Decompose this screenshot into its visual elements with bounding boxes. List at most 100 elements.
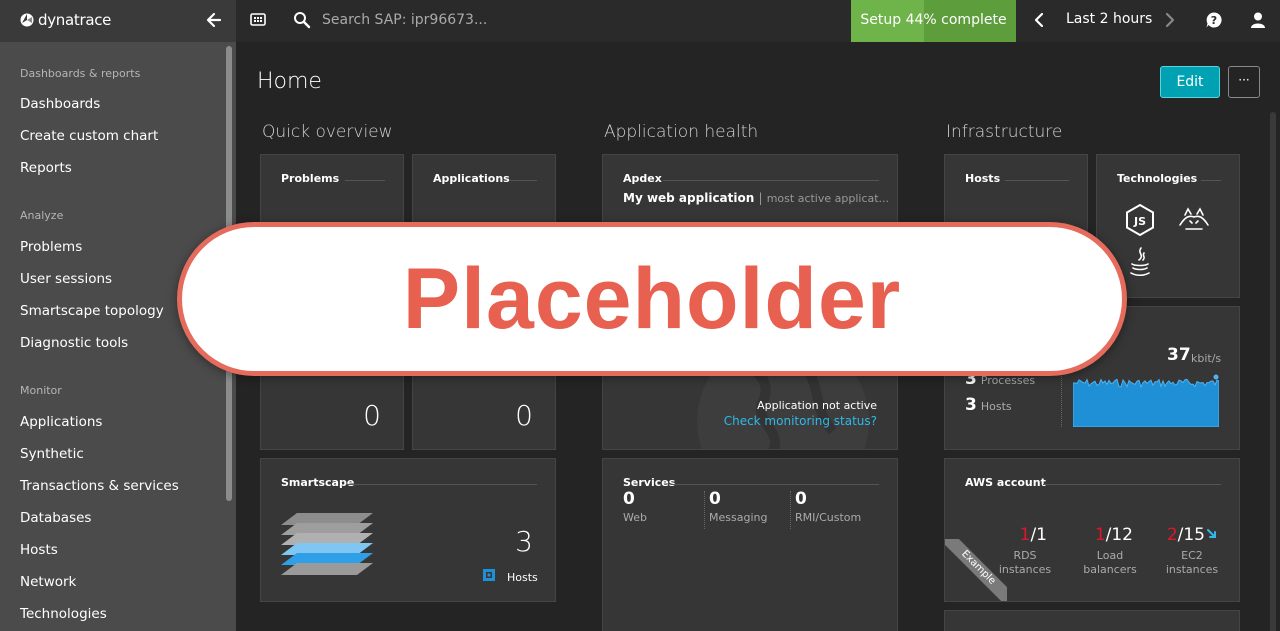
smartscape-tile-title: Smartscape bbox=[281, 476, 355, 489]
services-web-label: Web bbox=[623, 511, 647, 524]
network-traffic-chart[interactable] bbox=[1073, 369, 1219, 427]
section-infrastructure: Infrastructure bbox=[946, 122, 1063, 142]
aws-lb-label-1: Load bbox=[1096, 549, 1124, 562]
modules-icon[interactable] bbox=[250, 12, 266, 28]
page-title: Home bbox=[257, 69, 322, 94]
more-options-button[interactable]: ··· bbox=[1228, 66, 1260, 98]
apdex-subtitle: most active applicat... bbox=[766, 192, 890, 205]
sidebar-section-dashboards-reports: Dashboards & reports bbox=[20, 67, 141, 80]
services-tile[interactable]: Services 0 Web 0 Messaging 0 RMI/Custom bbox=[602, 458, 898, 631]
sidebar-item-user-sessions[interactable]: User sessions bbox=[20, 271, 112, 287]
smartscape-host-count: 3 bbox=[515, 525, 533, 558]
check-monitoring-link[interactable]: Check monitoring status? bbox=[724, 414, 877, 428]
tomcat-icon[interactable] bbox=[1177, 203, 1211, 237]
brand-name: dynatrace bbox=[38, 11, 112, 29]
sidebar-item-applications[interactable]: Applications bbox=[20, 414, 102, 430]
sidebar-item-diagnostic-tools[interactable]: Diagnostic tools bbox=[20, 335, 128, 351]
aws-ec2-total: /15 bbox=[1177, 525, 1205, 545]
sidebar-item-databases[interactable]: Databases bbox=[20, 510, 91, 526]
sidebar-item-technologies[interactable]: Technologies bbox=[20, 606, 107, 622]
services-tile-title: Services bbox=[623, 476, 676, 489]
nodejs-icon[interactable]: JS bbox=[1123, 203, 1157, 237]
problems-tile-title: Problems bbox=[281, 172, 340, 185]
services-messaging[interactable]: 0 Messaging bbox=[709, 489, 767, 524]
sidebar-section-monitor: Monitor bbox=[20, 384, 62, 397]
aws-account-tile[interactable]: AWS account 1/1 RDS instances 1/12 Load … bbox=[944, 458, 1240, 602]
technologies-tile-title: Technologies bbox=[1117, 172, 1198, 185]
user-icon[interactable] bbox=[1249, 11, 1267, 29]
placeholder-text: Placeholder bbox=[402, 251, 902, 347]
services-messaging-label: Messaging bbox=[709, 511, 768, 524]
services-web-count: 0 bbox=[623, 489, 635, 509]
services-rmi-count: 0 bbox=[795, 489, 807, 509]
edit-button[interactable]: Edit bbox=[1160, 66, 1220, 98]
timeframe-next-icon[interactable] bbox=[1161, 11, 1179, 29]
section-application-health: Application health bbox=[604, 122, 759, 142]
divider bbox=[1043, 484, 1221, 485]
smartscape-layers-icon bbox=[281, 513, 373, 575]
divider bbox=[509, 180, 537, 181]
setup-progress-button[interactable]: Setup 44% complete bbox=[851, 0, 1016, 42]
svg-text:?: ? bbox=[1211, 14, 1217, 27]
services-messaging-count: 0 bbox=[709, 489, 721, 509]
services-rmi-custom[interactable]: 0 RMI/Custom bbox=[795, 489, 861, 524]
sidebar-item-network[interactable]: Network bbox=[20, 574, 76, 590]
divider bbox=[790, 491, 791, 529]
aws-tile-title: AWS account bbox=[965, 476, 1046, 489]
aws-rds-count[interactable]: 1/1 bbox=[1020, 525, 1047, 545]
sidebar-item-create-custom-chart[interactable]: Create custom chart bbox=[20, 128, 158, 144]
services-web[interactable]: 0 Web bbox=[623, 489, 647, 524]
sidebar-item-synthetic[interactable]: Synthetic bbox=[20, 446, 84, 462]
aws-lb-count[interactable]: 1/12 bbox=[1095, 525, 1133, 545]
aws-ec2-label-2: instances bbox=[1165, 563, 1219, 576]
aws-ec2-count[interactable]: 2/15 bbox=[1167, 525, 1205, 545]
divider bbox=[1005, 180, 1069, 181]
network-hosts-value: 3 bbox=[965, 395, 977, 415]
services-rmi-label: RMI/Custom bbox=[795, 511, 862, 524]
divider bbox=[347, 484, 537, 485]
dynatrace-logo[interactable]: dynatrace bbox=[20, 11, 111, 29]
smartscape-tile[interactable]: Smartscape 3 Hosts bbox=[260, 458, 556, 602]
network-rate-value: 37 bbox=[1167, 345, 1191, 365]
java-icon[interactable] bbox=[1123, 245, 1157, 279]
help-icon[interactable]: ? bbox=[1205, 11, 1223, 29]
aws-lb-label: Load balancers bbox=[1079, 549, 1141, 577]
divider bbox=[1201, 180, 1221, 181]
hosts-tile-title: Hosts bbox=[965, 172, 1001, 185]
collapse-sidebar-icon[interactable] bbox=[204, 10, 224, 30]
next-tile-partial[interactable] bbox=[944, 610, 1240, 631]
timeframe-previous-icon[interactable] bbox=[1030, 11, 1048, 29]
apdex-tile-title: Apdex bbox=[623, 172, 662, 185]
sidebar-item-smartscape-topology[interactable]: Smartscape topology bbox=[20, 303, 164, 319]
apdex-app-line: My web application | most active applica… bbox=[623, 191, 889, 205]
aws-rds-bad: 1 bbox=[1019, 525, 1031, 545]
divider bbox=[663, 180, 879, 181]
aws-rds-total: /1 bbox=[1030, 525, 1047, 545]
sidebar-item-hosts[interactable]: Hosts bbox=[20, 542, 58, 558]
svg-text:JS: JS bbox=[1133, 215, 1146, 228]
network-hosts[interactable]: 3 Hosts bbox=[965, 395, 1012, 415]
sidebar-item-reports[interactable]: Reports bbox=[20, 160, 72, 176]
sidebar-item-dashboards[interactable]: Dashboards bbox=[20, 96, 100, 112]
aws-lb-total: /12 bbox=[1105, 525, 1133, 545]
brand-area: dynatrace bbox=[0, 0, 236, 42]
apdex-separator: | bbox=[758, 191, 763, 205]
apdex-app-name[interactable]: My web application bbox=[623, 191, 754, 205]
aws-lb-label-2: balancers bbox=[1083, 563, 1137, 576]
smartscape-hosts-label: Hosts bbox=[507, 571, 538, 584]
application-status: Application not active bbox=[757, 399, 877, 412]
sidebar-item-transactions-services[interactable]: Transactions & services bbox=[20, 478, 179, 494]
divider bbox=[704, 491, 705, 529]
content-scrollbar[interactable] bbox=[1270, 112, 1276, 631]
timeframe-selector[interactable]: Last 2 hours bbox=[1066, 11, 1152, 27]
sidebar-item-problems[interactable]: Problems bbox=[20, 239, 82, 255]
applications-tile-title: Applications bbox=[433, 172, 510, 185]
search-icon[interactable] bbox=[293, 11, 311, 29]
network-traffic-endpoint bbox=[1213, 374, 1219, 380]
search-input[interactable] bbox=[322, 9, 622, 31]
divider bbox=[345, 180, 385, 181]
network-traffic-area bbox=[1073, 378, 1219, 427]
divider bbox=[671, 484, 879, 485]
section-quick-overview: Quick overview bbox=[262, 122, 393, 142]
top-bar: dynatrace Setup 44% complete Last 2 hour… bbox=[0, 0, 1280, 42]
